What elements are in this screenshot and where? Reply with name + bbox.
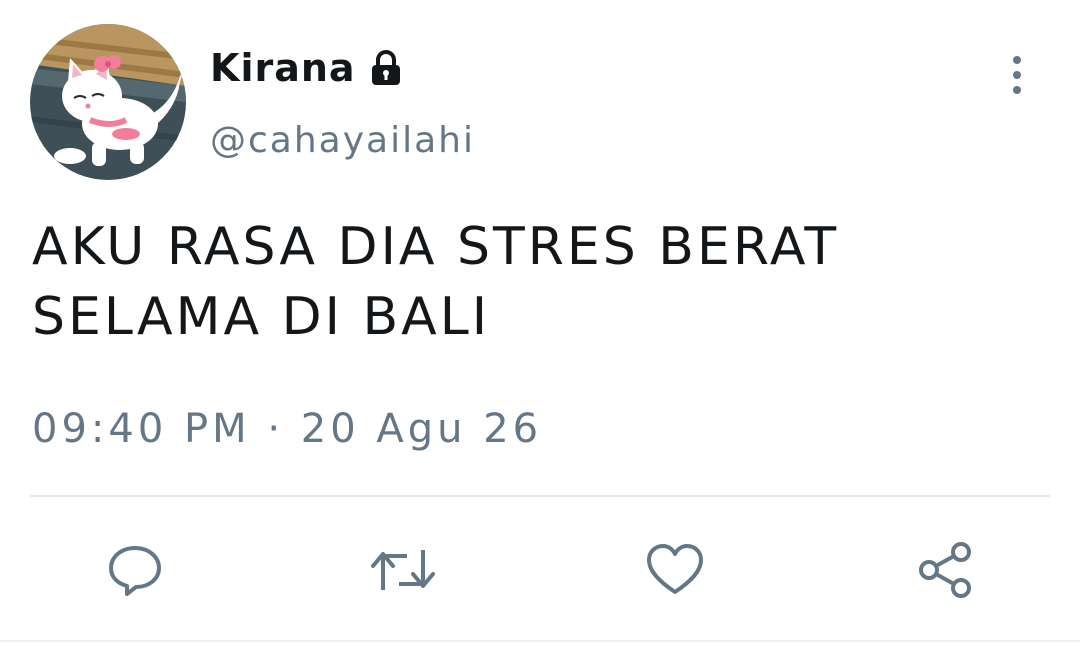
meta-separator: · <box>267 406 285 452</box>
white-cat-avatar-icon <box>30 24 186 180</box>
tweet-card: Kirana @cahayailahi AKU RASA DIA STRES B… <box>0 0 1080 660</box>
tweet-text-line: SELAMA DI BALI <box>32 287 491 347</box>
tweet-date: 20 Agu 26 <box>300 406 543 452</box>
reply-button[interactable] <box>103 538 167 602</box>
tweet-time: 09:40 PM <box>32 406 251 452</box>
share-icon <box>919 542 971 598</box>
tweet-text: AKU RASA DIA STRES BERAT SELAMA DI BALI <box>32 212 1042 352</box>
like-icon <box>647 544 703 594</box>
retweet-button[interactable] <box>371 538 435 602</box>
retweet-icon <box>371 550 435 590</box>
reply-icon <box>109 546 161 596</box>
more-options-icon[interactable] <box>996 52 1038 98</box>
author-name-row: Kirana <box>210 40 406 96</box>
tweet-text-line: AKU RASA DIA STRES BERAT <box>32 217 840 277</box>
tweet-timestamp[interactable]: 09:40 PM · 20 Agu 26 <box>32 406 542 452</box>
divider <box>30 495 1050 497</box>
bottom-divider <box>0 640 1080 642</box>
like-button[interactable] <box>643 538 707 602</box>
action-bar <box>0 530 1080 610</box>
author-display-name[interactable]: Kirana <box>210 46 356 90</box>
avatar[interactable] <box>30 24 186 180</box>
author-handle[interactable]: @cahayailahi <box>210 120 475 161</box>
share-button[interactable] <box>913 538 977 602</box>
lock-icon <box>366 48 406 88</box>
